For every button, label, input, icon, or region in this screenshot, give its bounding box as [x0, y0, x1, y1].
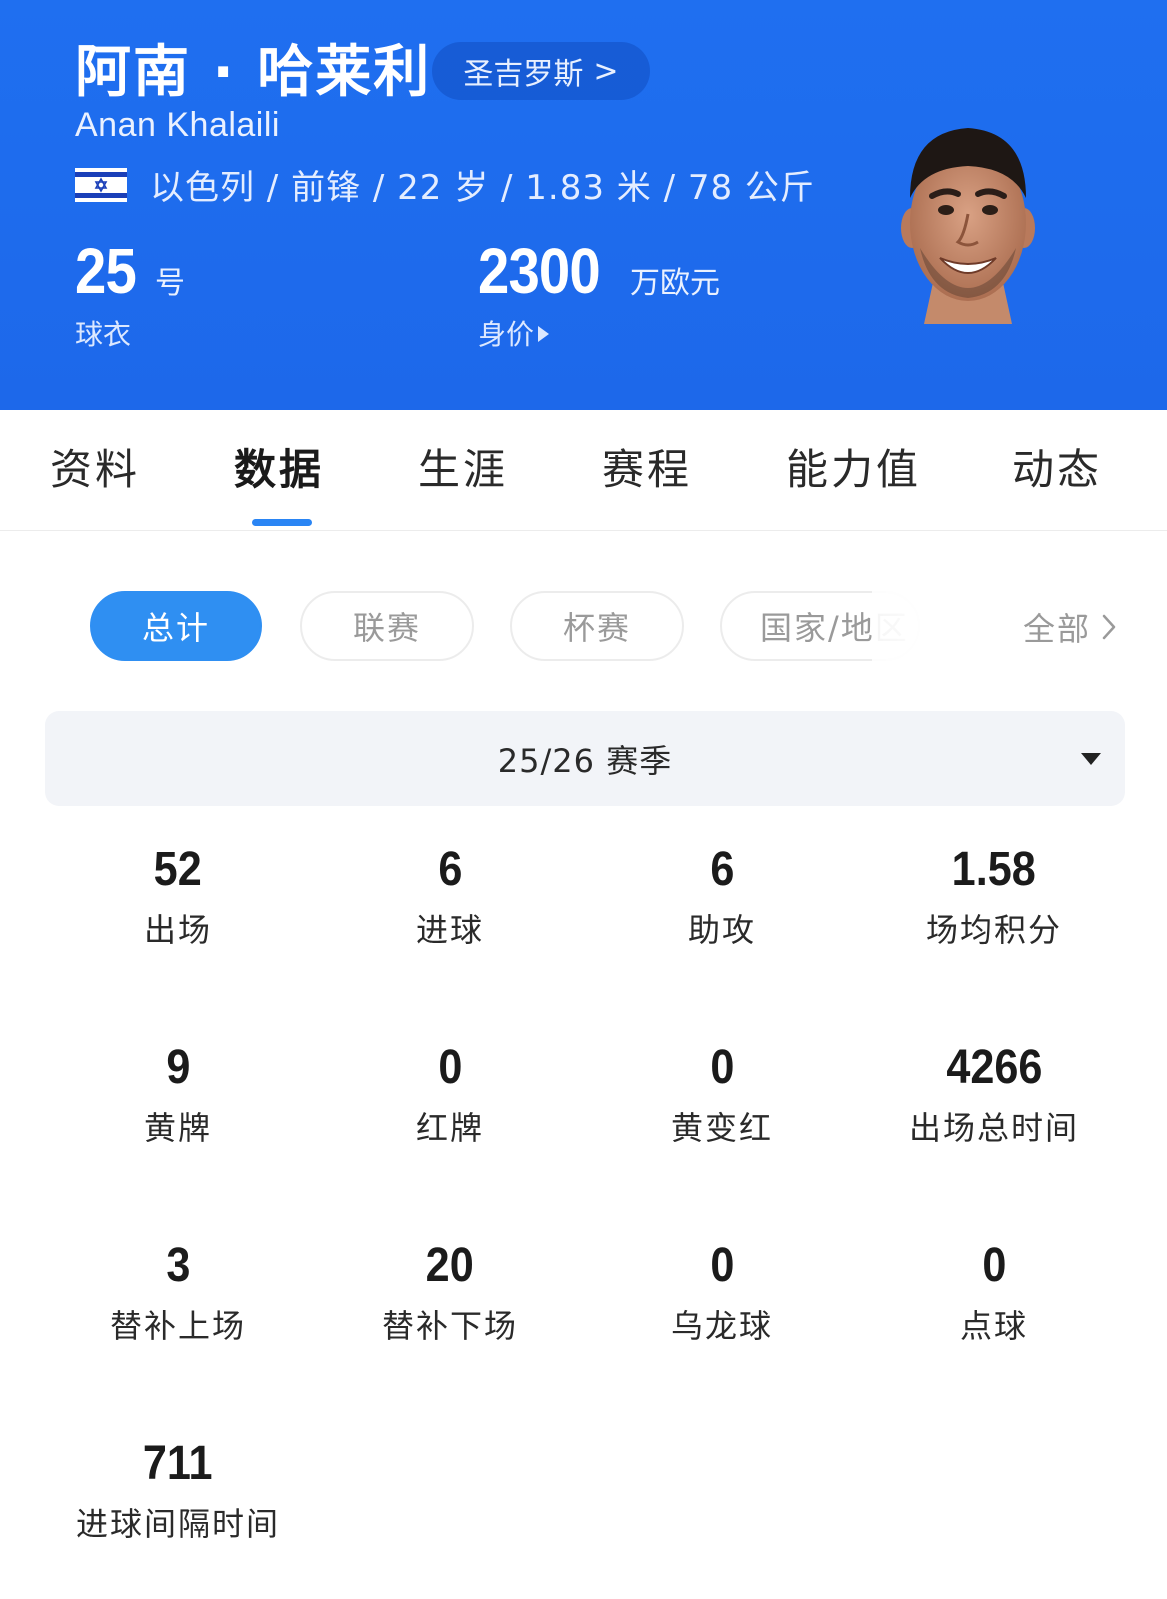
- player-meta: 以色列 / 前锋 / 22 岁 / 1.83 米 / 78 公斤: [150, 168, 815, 208]
- tab-stats[interactable]: 数据: [234, 440, 324, 500]
- stat-second-yellow: 0 黄变红: [586, 1038, 858, 1150]
- tab-career[interactable]: 生涯: [418, 440, 508, 500]
- market-value: 2300: [478, 235, 601, 307]
- dropdown-caret-icon: [1081, 753, 1101, 765]
- stat-sub-on: 3 替补上场: [42, 1236, 314, 1348]
- all-filters-button[interactable]: 全部: [1023, 604, 1117, 650]
- play-arrow-icon: [538, 326, 550, 342]
- chevron-right-icon: >: [593, 53, 619, 89]
- season-selector[interactable]: 25/26 赛季: [45, 711, 1125, 806]
- club-link[interactable]: 圣吉罗斯 >: [432, 42, 650, 100]
- shirt-label: 球衣: [75, 318, 132, 351]
- stat-goals: 6 进球: [314, 840, 586, 952]
- stat-value: 9: [165, 1041, 191, 1094]
- market-value-link[interactable]: 身价: [478, 313, 550, 353]
- player-name-english: Anan Khalaili: [75, 106, 280, 144]
- stat-label: 进球间隔时间: [75, 1505, 280, 1543]
- stat-label: 助攻: [687, 911, 756, 949]
- filter-league[interactable]: 联赛: [300, 591, 474, 661]
- chip-fade-overlay: [872, 585, 992, 667]
- stat-value: 6: [709, 843, 735, 896]
- tab-bar: 资料 数据 生涯 赛程 能力值 动态: [0, 410, 1167, 531]
- stat-value: 0: [709, 1041, 735, 1094]
- player-header: 阿南 · 哈莱利 圣吉罗斯 > Anan Khalaili 以色列 / 前锋 /…: [0, 0, 1167, 410]
- stat-label: 场均积分: [925, 911, 1062, 949]
- filter-total[interactable]: 总计: [90, 591, 262, 661]
- player-name: 阿南 · 哈莱利: [75, 40, 432, 105]
- stat-value: 711: [143, 1437, 213, 1490]
- stat-value: 3: [165, 1239, 191, 1292]
- stat-sub-off: 20 替补下场: [314, 1236, 586, 1348]
- market-value-unit: 万欧元: [630, 266, 720, 301]
- shirt-number-unit: 号: [155, 266, 185, 301]
- stat-label: 替补下场: [381, 1307, 518, 1345]
- stat-appearances: 52 出场: [42, 840, 314, 952]
- stat-label: 出场: [143, 911, 212, 949]
- stat-label: 乌龙球: [670, 1307, 773, 1345]
- club-name: 圣吉罗斯: [463, 57, 584, 92]
- tab-news[interactable]: 动态: [1012, 440, 1102, 500]
- stat-value: 4266: [945, 1041, 1043, 1094]
- stat-value: 52: [153, 843, 203, 896]
- player-avatar: [894, 118, 1042, 324]
- shirt-number: 25: [75, 235, 137, 307]
- tab-ability[interactable]: 能力值: [786, 440, 921, 500]
- stat-yellow-cards: 9 黄牌: [42, 1038, 314, 1150]
- stat-value: 20: [425, 1239, 475, 1292]
- stat-label: 黄牌: [143, 1109, 212, 1147]
- stat-label: 红牌: [415, 1109, 484, 1147]
- stat-value: 1.58: [951, 843, 1037, 896]
- stat-value: 0: [981, 1239, 1007, 1292]
- stat-label: 出场总时间: [908, 1109, 1079, 1147]
- chevron-right-icon: [1102, 614, 1116, 640]
- stat-label: 替补上场: [109, 1307, 246, 1345]
- stat-label: 黄变红: [670, 1109, 773, 1147]
- stat-value: 6: [437, 843, 463, 896]
- stat-minutes-played: 4266 出场总时间: [858, 1038, 1130, 1150]
- market-value-label: 身价: [478, 318, 535, 351]
- season-label: 25/26 赛季: [497, 742, 673, 780]
- stat-penalties: 0 点球: [858, 1236, 1130, 1348]
- stat-own-goals: 0 乌龙球: [586, 1236, 858, 1348]
- stat-red-cards: 0 红牌: [314, 1038, 586, 1150]
- all-filters-label: 全部: [1023, 610, 1092, 648]
- filter-cup[interactable]: 杯赛: [510, 591, 684, 661]
- stat-value: 0: [709, 1239, 735, 1292]
- stat-minutes-per-goal: 711 进球间隔时间: [42, 1434, 314, 1546]
- tab-profile[interactable]: 资料: [50, 440, 140, 500]
- tab-schedule[interactable]: 赛程: [602, 440, 692, 500]
- stat-label: 进球: [415, 911, 484, 949]
- israel-flag-icon: [75, 168, 127, 202]
- stat-assists: 6 助攻: [586, 840, 858, 952]
- stat-label: 点球: [959, 1307, 1028, 1345]
- stat-value: 0: [437, 1041, 463, 1094]
- active-tab-indicator: [252, 519, 312, 526]
- stat-points-per-game: 1.58 场均积分: [858, 840, 1130, 952]
